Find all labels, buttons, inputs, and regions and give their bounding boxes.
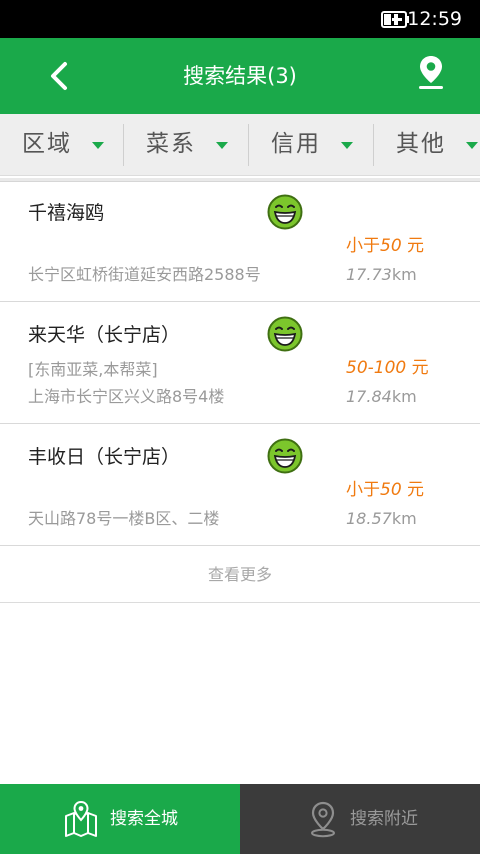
app-bar: 搜索结果(3) [0, 38, 480, 114]
load-more-label: 查看更多 [207, 565, 272, 584]
price-range: 小于50 元 [346, 234, 424, 258]
distance-value: 17.73 [346, 265, 392, 284]
restaurant-list-item[interactable]: 千禧海鸥 小于50 元 长宁区虹桥街道延安西路2588号 17.73km [0, 182, 480, 302]
filter-bar: 区域 菜系 信用 其他 [0, 114, 480, 176]
distance-unit: km [391, 509, 417, 528]
price-range: 小于50 元 [346, 478, 424, 502]
price-unit: 元 [406, 358, 429, 378]
restaurant-name: 丰收日（长宁店） [28, 446, 181, 468]
smile-face-icon [267, 316, 303, 352]
filter-area-dropdown[interactable]: 区域 [0, 114, 124, 175]
tab-label: 搜索附近 [350, 809, 418, 829]
smile-face-icon [267, 194, 303, 230]
filter-label: 其他 [396, 131, 446, 157]
price-unit: 元 [401, 236, 425, 256]
nearby-pin-icon [311, 801, 335, 838]
dropdown-arrow-icon [216, 142, 228, 149]
price-prefix: 小于 [346, 480, 380, 500]
map-pin-icon[interactable] [414, 54, 448, 90]
price-value: 50 [380, 480, 402, 500]
price-unit: 元 [401, 480, 425, 500]
restaurant-address: 上海市长宁区兴义路8号4楼 [28, 387, 225, 406]
cuisine-tags: [东南亚菜,本帮菜] [28, 360, 158, 379]
filter-other-dropdown[interactable]: 其他 [374, 114, 480, 175]
distance: 17.73km [346, 264, 417, 286]
tab-label: 搜索全城 [110, 809, 178, 829]
filter-label: 菜系 [146, 131, 196, 157]
tab-search-city[interactable]: 搜索全城 [0, 784, 240, 854]
filter-cuisine-dropdown[interactable]: 菜系 [124, 114, 249, 175]
smile-face-icon [267, 438, 303, 474]
city-map-icon [65, 800, 97, 837]
price-prefix: 小于 [346, 236, 380, 256]
page-title: 搜索结果(3) [183, 64, 297, 88]
bottom-nav: 搜索全城 搜索附近 [0, 784, 480, 854]
restaurant-list-item[interactable]: 来天华（长宁店） [东南亚菜,本帮菜] 50-100 元 上海市长宁区兴义路8号… [0, 304, 480, 424]
distance-unit: km [391, 387, 417, 406]
distance-value: 18.57 [346, 509, 392, 528]
clock: 12:59 [407, 8, 462, 30]
load-more-button[interactable]: 查看更多 [0, 546, 480, 603]
restaurant-address: 长宁区虹桥街道延安西路2588号 [28, 265, 261, 284]
dropdown-arrow-icon [92, 142, 104, 149]
filter-credit-dropdown[interactable]: 信用 [249, 114, 374, 175]
filter-label: 区域 [22, 131, 72, 157]
dropdown-arrow-icon [341, 142, 353, 149]
price-value: 50-100 [346, 358, 407, 378]
restaurant-name: 千禧海鸥 [28, 202, 105, 224]
price-range: 50-100 元 [346, 356, 429, 380]
distance: 17.84km [346, 386, 417, 408]
distance-unit: km [391, 265, 417, 284]
restaurant-name: 来天华（长宁店） [28, 324, 181, 346]
distance-value: 17.84 [346, 387, 392, 406]
distance: 18.57km [346, 508, 417, 530]
tab-search-nearby[interactable]: 搜索附近 [240, 784, 480, 854]
price-value: 50 [380, 236, 402, 256]
status-bar: 12:59 [0, 0, 480, 38]
restaurant-list-item[interactable]: 丰收日（长宁店） 小于50 元 天山路78号一楼B区、二楼 18.57km [0, 426, 480, 546]
dropdown-arrow-icon [466, 142, 478, 149]
restaurant-address: 天山路78号一楼B区、二楼 [28, 509, 220, 528]
filter-label: 信用 [271, 131, 321, 157]
